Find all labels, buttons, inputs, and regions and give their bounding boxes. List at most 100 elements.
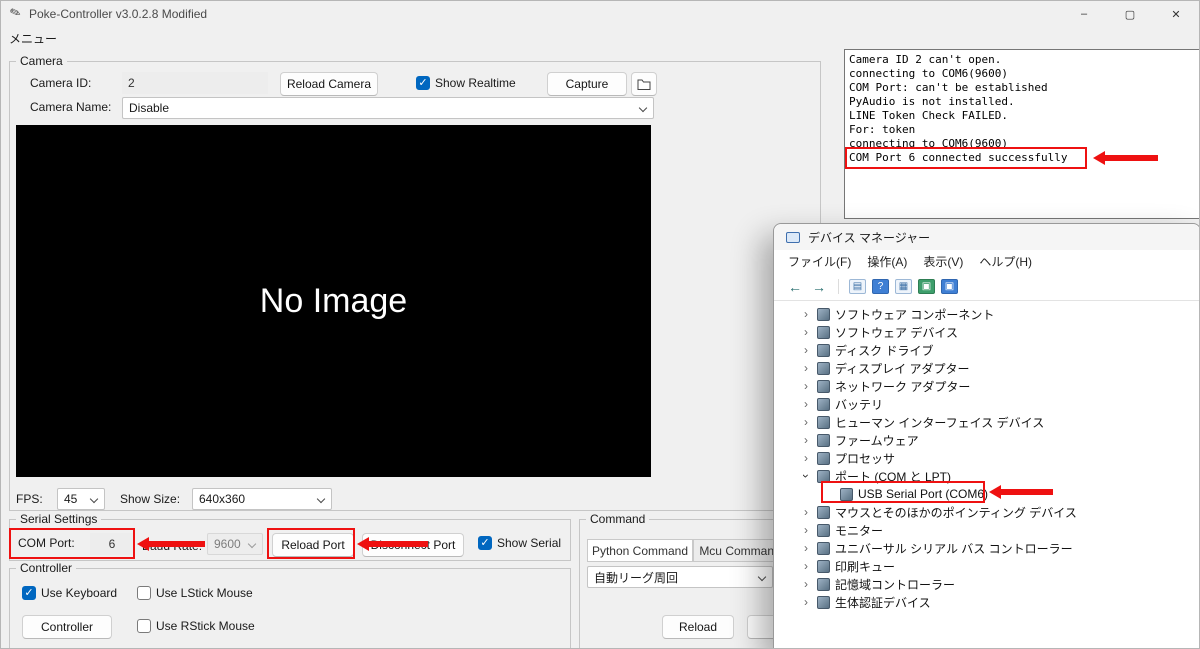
fps-label: FPS: bbox=[16, 492, 43, 506]
monitor-icon bbox=[817, 523, 830, 537]
menu-item-menu[interactable]: メニュー bbox=[9, 30, 57, 47]
tree-item-label: モニター bbox=[835, 523, 884, 538]
menubar: メニュー bbox=[1, 27, 1199, 47]
use-keyboard-checkbox[interactable]: Use Keyboard bbox=[22, 586, 117, 600]
tree-item-2[interactable]: › ディスク ドライブ bbox=[774, 341, 1199, 359]
use-lstick-label: Use LStick Mouse bbox=[156, 586, 253, 600]
reload-camera-button[interactable]: Reload Camera bbox=[280, 72, 378, 96]
mouse-icon bbox=[817, 505, 830, 519]
reload-button[interactable]: Reload bbox=[662, 615, 734, 639]
show-realtime-checkbox[interactable]: Show Realtime bbox=[416, 76, 516, 90]
tree-item-13[interactable]: › ユニバーサル シリアル バス コントローラー bbox=[774, 539, 1199, 557]
maximize-button[interactable]: ▢ bbox=[1107, 1, 1153, 27]
dm-menubar: ファイル(F) 操作(A) 表示(V) ヘルプ(H) bbox=[774, 250, 1199, 273]
show-serial-checkbox[interactable]: Show Serial bbox=[478, 536, 561, 550]
dm-menu-item-2[interactable]: 表示(V) bbox=[915, 253, 971, 270]
controller-group: Controller Use Keyboard Use LStick Mouse… bbox=[9, 561, 571, 648]
camera-group: Camera Camera ID: 2 Reload Camera Show R… bbox=[9, 54, 821, 511]
chevron-right-icon[interactable]: › bbox=[800, 307, 812, 321]
show-size-label: Show Size: bbox=[120, 492, 181, 506]
dm-menu-item-0[interactable]: ファイル(F) bbox=[780, 253, 859, 270]
show-size-select[interactable]: 640x360 bbox=[192, 488, 332, 510]
tree-item-16[interactable]: › 生体認証デバイス bbox=[774, 593, 1199, 611]
chevron-right-icon[interactable]: › bbox=[800, 361, 812, 375]
ports-icon bbox=[817, 469, 830, 483]
tree-item-label: ソフトウェア コンポーネント bbox=[835, 307, 995, 322]
checkbox-check-icon bbox=[416, 76, 430, 90]
list-view-icon[interactable]: ▤ bbox=[849, 279, 866, 294]
close-button[interactable]: ✕ bbox=[1153, 1, 1199, 27]
computer-icon[interactable]: ▣ bbox=[941, 279, 958, 294]
tree-item-5[interactable]: › バッテリ bbox=[774, 395, 1199, 413]
tree-item-label: プロセッサ bbox=[835, 451, 896, 466]
chevron-right-icon[interactable]: › bbox=[800, 433, 812, 447]
tree-item-9[interactable]: › ポート (COM と LPT) bbox=[774, 467, 1199, 485]
controller-group-label: Controller bbox=[16, 561, 77, 575]
biometric-icon bbox=[817, 595, 830, 609]
chevron-right-icon[interactable]: › bbox=[800, 559, 812, 573]
tree-item-10[interactable]: USB Serial Port (COM6) bbox=[774, 485, 1199, 503]
properties-icon[interactable]: ▦ bbox=[895, 279, 912, 294]
tree-item-0[interactable]: › ソフトウェア コンポーネント bbox=[774, 305, 1199, 323]
use-rstick-checkbox[interactable]: Use RStick Mouse bbox=[137, 619, 255, 633]
chevron-right-icon[interactable]: › bbox=[800, 343, 812, 357]
chevron-right-icon[interactable]: › bbox=[800, 595, 812, 609]
chevron-right-icon[interactable]: › bbox=[800, 379, 812, 393]
chevron-right-icon[interactable]: › bbox=[800, 541, 812, 555]
tree-item-1[interactable]: › ソフトウェア デバイス bbox=[774, 323, 1199, 341]
show-realtime-label: Show Realtime bbox=[435, 76, 516, 90]
tree-item-label: ヒューマン インターフェイス デバイス bbox=[835, 415, 1045, 430]
usb-serial-port-icon bbox=[840, 487, 853, 501]
camera-id-field[interactable]: 2 bbox=[122, 72, 268, 94]
command-select[interactable]: 自動リーグ周回 bbox=[587, 566, 773, 588]
camera-name-select[interactable]: Disable bbox=[122, 97, 654, 119]
dm-menu-item-1[interactable]: 操作(A) bbox=[859, 253, 915, 270]
log-line: For: token bbox=[849, 123, 916, 136]
chevron-down-icon[interactable]: › bbox=[799, 470, 813, 482]
back-icon[interactable]: ← bbox=[786, 279, 804, 295]
capture-button[interactable]: Capture bbox=[547, 72, 627, 96]
dm-menu-item-3[interactable]: ヘルプ(H) bbox=[971, 253, 1040, 270]
tree-item-6[interactable]: › ヒューマン インターフェイス デバイス bbox=[774, 413, 1199, 431]
serial-settings-group: Serial Settings COM Port: 6 Baud Rate: 9… bbox=[9, 512, 571, 561]
log-output[interactable]: Camera ID 2 can't open. connecting to COM… bbox=[844, 49, 1199, 219]
network-adapter-icon bbox=[817, 379, 830, 393]
software-device-icon bbox=[817, 325, 830, 339]
tree-item-label: ユニバーサル シリアル バス コントローラー bbox=[835, 541, 1073, 556]
fps-select[interactable]: 45 bbox=[57, 488, 105, 510]
tab-python-command[interactable]: Python Command bbox=[587, 539, 693, 562]
window-title: Poke-Controller v3.0.2.8 Modified bbox=[29, 7, 208, 21]
baud-rate-select[interactable]: 9600 bbox=[207, 533, 263, 555]
disconnect-port-button[interactable]: Disconnect Port bbox=[362, 533, 464, 557]
com-port-field[interactable]: 6 bbox=[90, 533, 134, 555]
scan-hardware-icon[interactable]: ▣ bbox=[918, 279, 935, 294]
tree-item-11[interactable]: › マウスとそのほかのポインティング デバイス bbox=[774, 503, 1199, 521]
chevron-right-icon[interactable]: › bbox=[800, 505, 812, 519]
tree-item-15[interactable]: › 記憶域コントローラー bbox=[774, 575, 1199, 593]
help-icon[interactable]: ? bbox=[872, 279, 889, 294]
open-folder-button[interactable] bbox=[631, 72, 657, 96]
window-controls: – ▢ ✕ bbox=[1061, 1, 1199, 27]
tree-item-12[interactable]: › モニター bbox=[774, 521, 1199, 539]
tree-item-label: USB Serial Port (COM6) bbox=[858, 487, 989, 501]
forward-icon[interactable]: → bbox=[810, 279, 828, 295]
use-lstick-checkbox[interactable]: Use LStick Mouse bbox=[137, 586, 253, 600]
chevron-right-icon[interactable]: › bbox=[800, 415, 812, 429]
controller-button[interactable]: Controller bbox=[22, 615, 112, 639]
chevron-right-icon[interactable]: › bbox=[800, 523, 812, 537]
tree-item-4[interactable]: › ネットワーク アダプター bbox=[774, 377, 1199, 395]
chevron-right-icon[interactable]: › bbox=[800, 325, 812, 339]
tree-item-label: マウスとそのほかのポインティング デバイス bbox=[835, 505, 1077, 520]
tree-item-14[interactable]: › 印刷キュー bbox=[774, 557, 1199, 575]
chevron-right-icon[interactable]: › bbox=[800, 397, 812, 411]
minimize-button[interactable]: – bbox=[1061, 1, 1107, 27]
tree-item-3[interactable]: › ディスプレイ アダプター bbox=[774, 359, 1199, 377]
reload-port-button[interactable]: Reload Port bbox=[272, 533, 354, 557]
chevron-right-icon[interactable]: › bbox=[800, 451, 812, 465]
tree-item-8[interactable]: › プロセッサ bbox=[774, 449, 1199, 467]
checkbox-icon bbox=[137, 586, 151, 600]
log-line: PyAudio is not installed. bbox=[849, 95, 1015, 108]
chevron-right-icon[interactable]: › bbox=[800, 577, 812, 591]
camera-id-label: Camera ID: bbox=[30, 76, 92, 90]
tree-item-7[interactable]: › ファームウェア bbox=[774, 431, 1199, 449]
